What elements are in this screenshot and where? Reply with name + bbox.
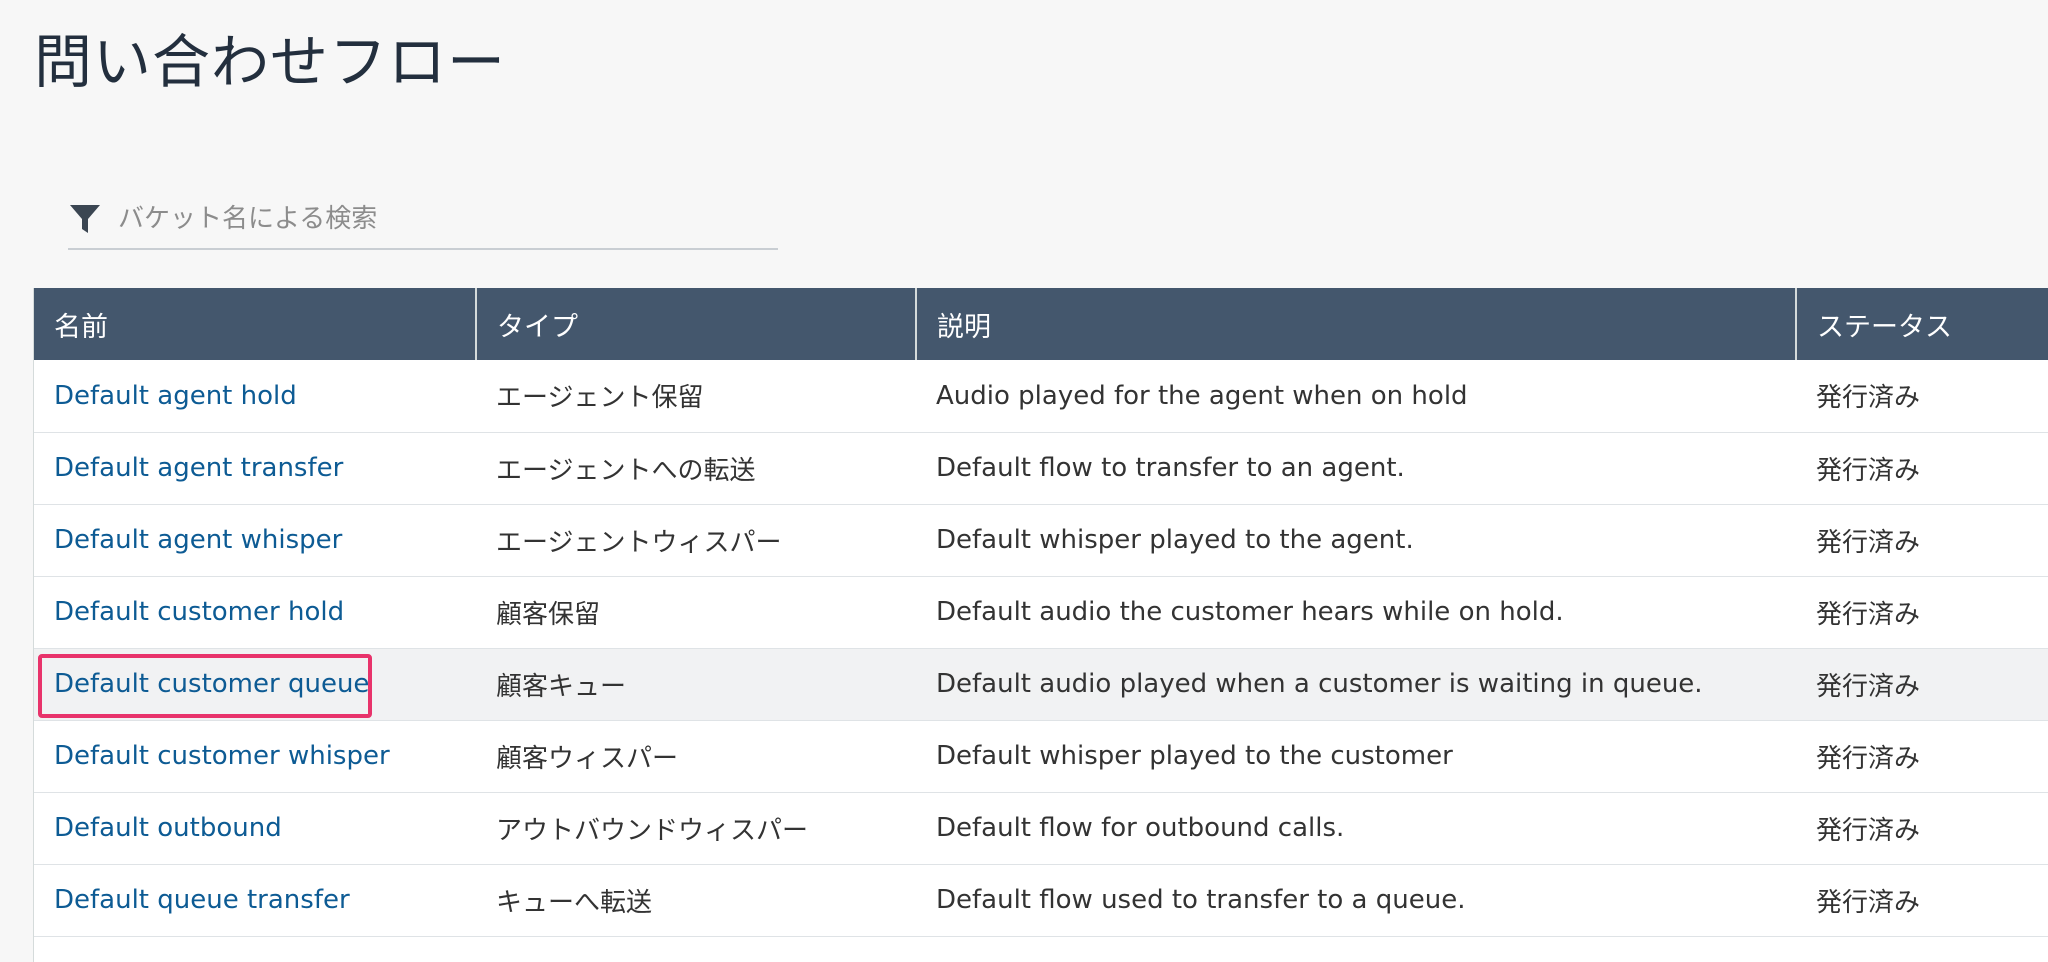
status-cell: 発行済み — [1796, 504, 2048, 577]
type-cell: 顧客保留 — [476, 576, 916, 649]
name-cell: Default customer hold — [34, 576, 476, 649]
type-cell: エージェントへの転送 — [476, 432, 916, 505]
search-input[interactable] — [118, 197, 758, 241]
table-row-partial — [34, 936, 2048, 962]
status-cell: 発行済み — [1796, 792, 2048, 865]
description-cell: Default flow to transfer to an agent. — [916, 432, 1796, 505]
description-cell: Default audio the customer hears while o… — [916, 576, 1796, 649]
flow-name-link[interactable]: Default customer hold — [54, 597, 344, 627]
status-cell: 発行済み — [1796, 432, 2048, 505]
table-header-row: 名前 タイプ 説明 ステータス — [34, 288, 2048, 360]
flow-name-link[interactable]: Default queue transfer — [54, 885, 350, 915]
search-bar[interactable] — [68, 190, 778, 250]
type-cell: エージェント保留 — [476, 360, 916, 433]
flow-name-link[interactable]: Default customer whisper — [54, 741, 390, 771]
name-cell: Default queue transfer — [34, 864, 476, 937]
name-cell: Default agent hold — [34, 360, 476, 433]
filter-funnel-icon — [68, 202, 102, 236]
table-row: Default agent whisper エージェントウィスパー Defaul… — [34, 504, 2048, 577]
table-row: Default agent transfer エージェントへの転送 Defaul… — [34, 432, 2048, 505]
column-header-name[interactable]: 名前 — [34, 288, 477, 360]
status-cell: 発行済み — [1796, 648, 2048, 721]
type-cell: エージェントウィスパー — [476, 504, 916, 577]
name-cell: Default outbound — [34, 792, 476, 865]
status-cell: 発行済み — [1796, 720, 2048, 793]
description-cell: Default flow used to transfer to a queue… — [916, 864, 1796, 937]
description-cell — [916, 936, 1796, 962]
name-cell: Default agent transfer — [34, 432, 476, 505]
table-row: Default queue transfer キューへ転送 Default fl… — [34, 864, 2048, 937]
status-cell: 発行済み — [1796, 360, 2048, 433]
contact-flows-page: 問い合わせフロー 名前 タイプ 説明 ステータス — [0, 0, 2048, 962]
page-title: 問い合わせフロー — [34, 28, 507, 96]
type-cell: キューへ転送 — [476, 864, 916, 937]
column-header-description[interactable]: 説明 — [916, 288, 1797, 360]
flow-name-link[interactable]: Default agent whisper — [54, 525, 342, 555]
table-row: Default customer whisper 顧客ウィスパー Default… — [34, 720, 2048, 793]
description-cell: Default whisper played to the customer — [916, 720, 1796, 793]
description-cell: Default flow for outbound calls. — [916, 792, 1796, 865]
description-cell: Audio played for the agent when on hold — [916, 360, 1796, 433]
name-cell: Default agent whisper — [34, 504, 476, 577]
type-cell — [476, 936, 916, 962]
flow-name-link[interactable]: Default agent hold — [54, 381, 297, 411]
table-row: Default agent hold エージェント保留 Audio played… — [34, 360, 2048, 433]
column-header-status[interactable]: ステータス — [1796, 288, 2048, 360]
table-row: Default outbound アウトバウンドウィスパー Default fl… — [34, 792, 2048, 865]
type-cell: アウトバウンドウィスパー — [476, 792, 916, 865]
flow-name-link[interactable]: Default agent transfer — [54, 453, 343, 483]
flow-name-link[interactable]: Default outbound — [54, 813, 282, 843]
name-cell — [34, 936, 476, 962]
name-cell: Default customer queue — [34, 648, 476, 721]
contact-flows-table: 名前 タイプ 説明 ステータス Default agent hold エージェン… — [33, 288, 2048, 962]
description-cell: Default audio played when a customer is … — [916, 648, 1796, 721]
table-row: Default customer hold 顧客保留 Default audio… — [34, 576, 2048, 649]
type-cell: 顧客キュー — [476, 648, 916, 721]
type-cell: 顧客ウィスパー — [476, 720, 916, 793]
flow-name-link[interactable]: Default customer queue — [54, 669, 369, 699]
column-header-type[interactable]: タイプ — [476, 288, 917, 360]
status-cell: 発行済み — [1796, 576, 2048, 649]
status-cell: 発行済み — [1796, 864, 2048, 937]
name-cell: Default customer whisper — [34, 720, 476, 793]
status-cell — [1796, 936, 2048, 962]
table-row-highlighted: Default customer queue 顧客キュー Default aud… — [34, 648, 2048, 721]
description-cell: Default whisper played to the agent. — [916, 504, 1796, 577]
